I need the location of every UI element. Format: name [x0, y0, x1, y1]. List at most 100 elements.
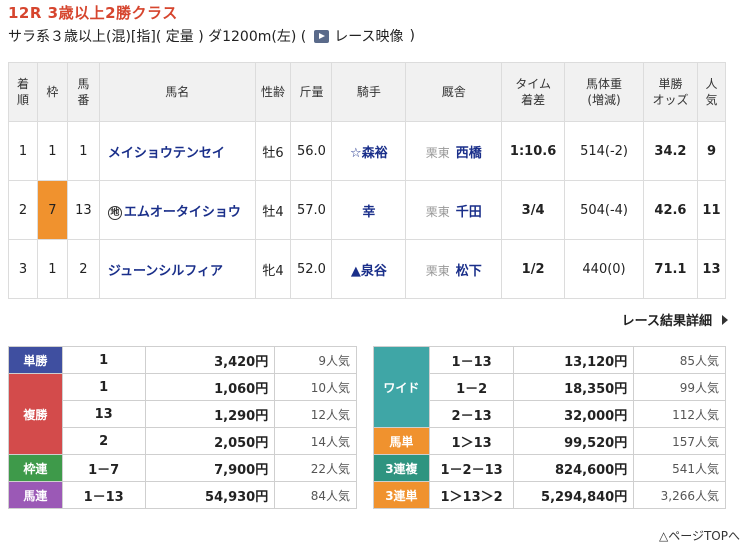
horse-name-link[interactable]: ジューンシルフィア	[108, 264, 223, 279]
bet-type-label: 馬単	[373, 427, 430, 455]
race-video-label: レース映像	[334, 29, 404, 45]
carried-weight: 56.0	[290, 121, 333, 181]
result-header-text: 騎手	[356, 85, 381, 99]
payout-row: 単勝 1 3,420円 9人気	[8, 346, 357, 374]
race-conditions-close-paren: )	[409, 28, 416, 44]
horse-name-link[interactable]: エムオータイショウ	[124, 205, 241, 220]
jockey-cell: ☆森裕	[331, 121, 407, 181]
payout-row: 枠連 1－7 7,900円 22人気	[8, 454, 357, 482]
carried-weight: 52.0	[290, 239, 333, 299]
local-horse-mark-icon: 地	[107, 205, 122, 220]
sex-age: 牡4	[254, 180, 292, 240]
bet-type-label: 枠連	[8, 454, 63, 482]
result-header-text: 着差	[521, 93, 546, 107]
result-header-text: 順	[16, 93, 29, 107]
video-play-icon	[314, 29, 330, 43]
arrow-right-icon	[722, 314, 728, 325]
result-header-cell: 馬体重 (増減)	[564, 62, 644, 122]
race-video-link[interactable]: レース映像	[314, 26, 404, 46]
payout-popularity: 112人気	[633, 400, 726, 428]
payout-row: ワイド 1－13 13,120円 85人気	[373, 346, 726, 428]
jockey-link[interactable]: ▲泉谷	[351, 264, 387, 279]
trainer-link[interactable]: 西橋	[456, 146, 482, 161]
result-header-cell: タイム 着差	[501, 62, 566, 122]
jockey-cell: ▲泉谷	[331, 239, 407, 299]
bet-type-label: 3連単	[373, 481, 430, 509]
finish-position: 2	[8, 180, 38, 240]
stable-region: 栗東	[425, 204, 450, 219]
payout-amount: 7,900円	[144, 454, 276, 482]
popularity: 11	[696, 180, 727, 240]
payout-combination: 1	[61, 373, 146, 401]
trainer-cell: 栗東 千田	[405, 180, 503, 240]
horse-name-link[interactable]: メイショウテンセイ	[108, 146, 225, 161]
result-row: 1 1 1 メイショウテンセイ 牡6 56.0 ☆森裕 栗東 西橋 1:10.6 514(-2) 34…	[8, 121, 727, 181]
win-odds: 71.1	[642, 239, 698, 299]
trainer-link[interactable]: 松下	[456, 264, 482, 279]
horse-name-cell: 地エムオータイショウ	[98, 180, 256, 240]
payout-amount: 824,600円	[513, 454, 635, 482]
payout-table-left: 単勝 1 3,420円 9人気 複勝 1 1,060円 10人気 13 1,290円 12人気 2 2,…	[8, 346, 357, 509]
bet-type-label: 複勝	[8, 373, 63, 455]
result-table: 着順枠馬番馬名 性齢 斤量 騎手 厩舎 タイム 着差 馬体重 (増減) 単勝 オッズ人気 1 1 1 メイ…	[8, 62, 727, 299]
result-header-text: 気	[705, 93, 718, 107]
result-header-cell: 馬名	[98, 62, 256, 122]
payout-popularity: 12人気	[274, 400, 357, 428]
result-header-cell: 騎手	[331, 62, 407, 122]
payout-combination: 1＞13	[428, 427, 515, 455]
result-header-text: 性齢	[261, 85, 286, 99]
payout-row: 3連単 1＞13＞2 5,294,840円 3,266人気	[373, 481, 726, 509]
race-result-detail-link[interactable]: レース結果詳細	[622, 310, 728, 329]
horse-name-cell: メイショウテンセイ	[98, 121, 256, 181]
result-header-row: 着順枠馬番馬名 性齢 斤量 騎手 厩舎 タイム 着差 馬体重 (増減) 単勝 オッズ人気	[8, 62, 727, 122]
payout-amount: 18,350円	[513, 373, 635, 401]
result-header-text: オッズ	[652, 93, 689, 107]
race-conditions: サラ系３歳以上(混)[指]( 定量 ) ダ1200m(左) ( レース映像 )	[8, 26, 415, 46]
payout-popularity: 99人気	[633, 373, 726, 401]
payout-popularity: 14人気	[274, 427, 357, 455]
bet-type-label: 馬連	[8, 481, 63, 509]
payout-popularity: 10人気	[274, 373, 357, 401]
result-header-cell: 馬番	[66, 62, 100, 122]
result-header-text: 馬	[77, 77, 90, 91]
stable-region: 栗東	[425, 145, 450, 160]
win-odds: 42.6	[642, 180, 698, 240]
payout-table-right: ワイド 1－13 13,120円 85人気 1－2 18,350円 99人気 2－13 32,0…	[373, 346, 726, 509]
payout-amount: 2,050円	[144, 427, 276, 455]
result-header-text: 枠	[46, 85, 59, 99]
race-result-detail-label: レース結果詳細	[621, 314, 712, 329]
result-header-text: タイム	[515, 77, 551, 91]
result-row: 3 1 2 ジューンシルフィア 牝4 52.0 ▲泉谷 栗東 松下 1/2 440(0) 71.1 13	[8, 239, 727, 299]
jockey-cell: 幸	[331, 180, 407, 240]
page-top-link[interactable]: △ページTOPへ	[659, 527, 740, 544]
payout-combination: 1－13	[61, 481, 146, 509]
jockey-link[interactable]: 幸	[362, 205, 375, 220]
payout-combination: 1	[61, 346, 146, 374]
payout-combination: 1－2－13	[428, 454, 515, 482]
payout-popularity: 22人気	[274, 454, 357, 482]
waku-number: 7	[36, 180, 68, 240]
payout-row: 馬単 1＞13 99,520円 157人気	[373, 427, 726, 455]
payout-combination: 1－2	[428, 373, 515, 401]
bet-type-label: ワイド	[373, 346, 430, 428]
jockey-link[interactable]: ☆森裕	[350, 146, 388, 161]
payout-amount: 3,420円	[144, 346, 276, 374]
finish-position: 3	[8, 239, 38, 299]
payout-amount: 32,000円	[513, 400, 635, 428]
payout-combination: 1－13	[428, 346, 515, 374]
horse-number: 1	[66, 121, 100, 181]
race-conditions-text: サラ系３歳以上(混)[指]( 定量 ) ダ1200m(左) (	[8, 29, 307, 45]
body-weight: 514(-2)	[564, 121, 644, 181]
popularity: 13	[696, 239, 727, 299]
trainer-link[interactable]: 千田	[456, 205, 482, 220]
carried-weight: 57.0	[290, 180, 333, 240]
payout-row: 馬連 1－13 54,930円 84人気	[8, 481, 357, 509]
result-header-cell: 人気	[696, 62, 727, 122]
payout-combination: 13	[61, 400, 146, 428]
waku-number: 1	[36, 121, 68, 181]
waku-number: 1	[36, 239, 68, 299]
finish-time: 1/2	[501, 239, 566, 299]
payout-amount: 99,520円	[513, 427, 635, 455]
result-header-text: (増減)	[587, 93, 621, 107]
result-header-cell: 枠	[36, 62, 68, 122]
